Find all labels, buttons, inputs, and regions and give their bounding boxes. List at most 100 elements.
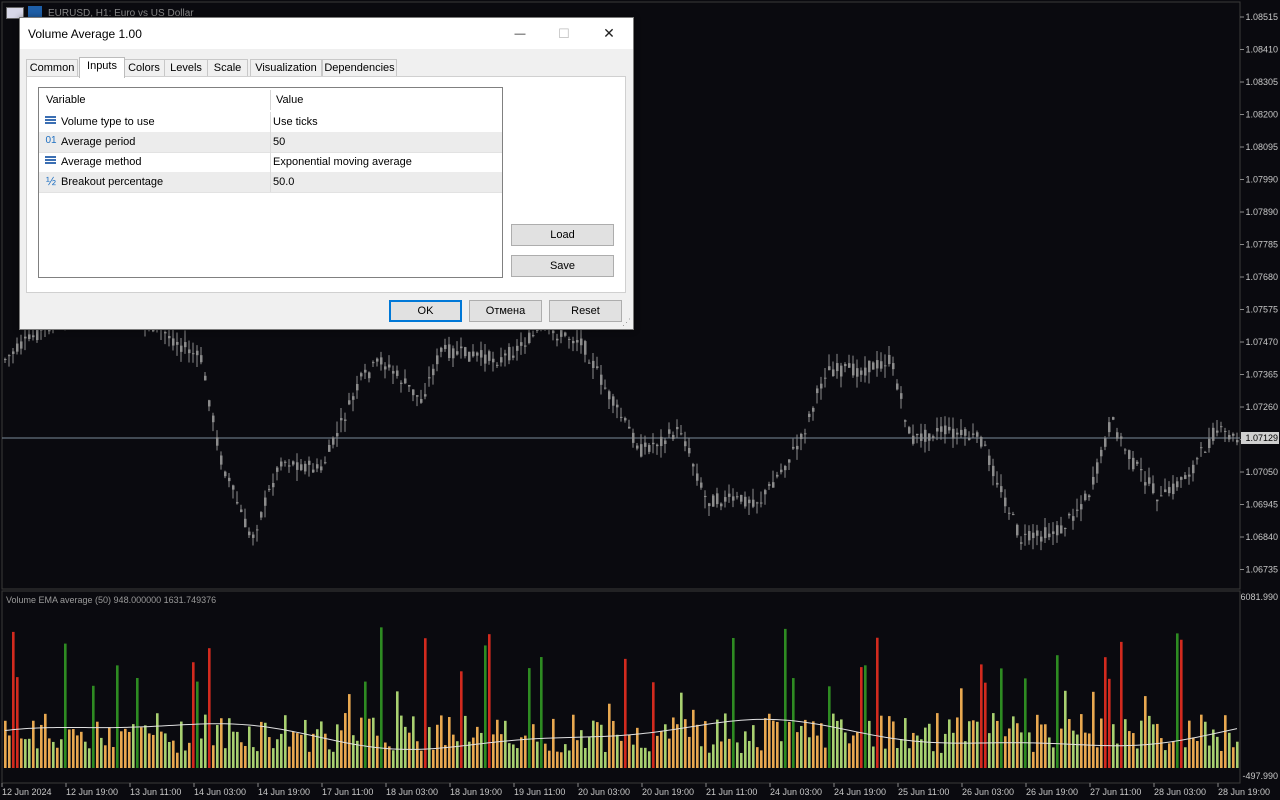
candle-body: [836, 363, 839, 372]
candle-body: [476, 352, 479, 356]
dialog-titlebar[interactable]: Volume Average 1.00 — ☐ ✕: [20, 18, 633, 49]
candle-body: [1084, 493, 1087, 501]
price-axis-label: 1.07680: [1245, 272, 1278, 282]
volume-bar: [792, 678, 795, 768]
volume-bar: [600, 724, 603, 768]
candle-body: [1204, 451, 1207, 453]
volume-bar: [968, 721, 971, 768]
volume-bar: [1136, 748, 1139, 768]
volume-bar: [656, 735, 659, 768]
resize-grip-icon[interactable]: ⋰: [622, 317, 631, 328]
volume-bar: [64, 643, 67, 768]
volume-bar: [320, 721, 323, 768]
candle-body: [1124, 449, 1127, 451]
param-value[interactable]: Exponential moving average: [273, 156, 412, 168]
volume-bar: [688, 736, 691, 768]
volume-bar: [360, 717, 363, 768]
tab-scale[interactable]: Scale: [207, 59, 248, 77]
candle-body: [828, 366, 831, 371]
volume-bar: [8, 735, 11, 768]
candle-body: [632, 432, 635, 443]
candle-body: [332, 437, 335, 445]
volume-bar: [876, 637, 879, 768]
volume-bar: [884, 748, 887, 768]
volume-bar: [788, 721, 791, 768]
candle-body: [532, 335, 535, 337]
param-value[interactable]: 50.0: [273, 176, 294, 188]
candle-body: [1080, 504, 1083, 510]
volume-bar: [764, 718, 767, 768]
volume-bar: [176, 752, 179, 768]
list-icon: [45, 155, 57, 167]
tab-visualization[interactable]: Visualization: [250, 59, 322, 77]
candle-body: [772, 482, 775, 488]
volume-bar: [736, 742, 739, 768]
volume-bar: [976, 721, 979, 768]
candle-body: [1144, 482, 1147, 486]
volume-bar: [620, 740, 623, 768]
volume-bar: [308, 751, 311, 768]
reset-button[interactable]: Reset: [549, 300, 622, 322]
volume-bar: [180, 721, 183, 768]
tab-inputs[interactable]: Inputs: [79, 57, 125, 78]
tab-levels[interactable]: Levels: [164, 59, 208, 77]
volume-bar: [728, 738, 731, 768]
save-button[interactable]: Save: [511, 255, 614, 277]
volume-bar: [1104, 657, 1107, 768]
candle-body: [376, 358, 379, 362]
param-row-breakout-percentage[interactable]: ½ Breakout percentage 50.0: [39, 172, 502, 193]
ok-button[interactable]: OK: [389, 300, 462, 322]
volume-bar: [700, 746, 703, 768]
cancel-button[interactable]: Отмена: [469, 300, 542, 322]
time-axis-label: 27 Jun 11:00: [1090, 787, 1141, 797]
tab-common[interactable]: Common: [26, 59, 78, 77]
volume-bar: [624, 658, 627, 768]
volume-bar: [1000, 668, 1003, 768]
param-value[interactable]: Use ticks: [273, 116, 318, 128]
volume-bar: [604, 751, 607, 768]
volume-bar: [240, 742, 243, 768]
param-value[interactable]: 50: [273, 136, 285, 148]
volume-bar: [628, 734, 631, 768]
candle-body: [312, 469, 315, 473]
column-separator[interactable]: [270, 90, 271, 110]
candle-body: [744, 496, 747, 507]
candle-body: [616, 404, 619, 408]
candle-body: [692, 464, 695, 467]
volume-bar: [1236, 741, 1239, 768]
tab-colors[interactable]: Colors: [123, 59, 165, 77]
volume-bar: [896, 748, 899, 768]
volume-bar: [144, 725, 147, 768]
volume-bar: [408, 732, 411, 768]
minimize-button[interactable]: —: [497, 18, 543, 49]
volume-bar: [852, 735, 855, 768]
value-column-header[interactable]: Value: [276, 94, 303, 106]
candle-body: [672, 434, 675, 440]
candle-body: [1148, 477, 1151, 484]
variable-column-header[interactable]: Variable: [46, 94, 86, 106]
tab-dependencies[interactable]: Dependencies: [322, 59, 397, 77]
candle-body: [972, 433, 975, 435]
candle-body: [816, 388, 819, 394]
candle-body: [268, 488, 271, 490]
param-row-average-period[interactable]: 01 Average period 50: [39, 132, 502, 153]
volume-bar: [784, 628, 787, 768]
volume-bar: [384, 742, 387, 768]
candle-body: [612, 396, 615, 406]
candle-body: [252, 534, 255, 538]
volume-bar: [776, 721, 779, 768]
volume-bar: [352, 735, 355, 768]
time-axis-label: 28 Jun 03:00: [1154, 787, 1206, 797]
candle-body: [956, 432, 959, 435]
volume-bar: [556, 751, 559, 768]
volume-bar: [288, 746, 291, 768]
load-button[interactable]: Load: [511, 224, 614, 246]
volume-bar: [704, 721, 707, 768]
param-row-volume-type[interactable]: Volume type to use Use ticks: [39, 112, 502, 133]
close-button[interactable]: ✕: [586, 18, 632, 49]
volume-bar: [692, 709, 695, 768]
volume-bar: [744, 731, 747, 768]
volume-bar: [1064, 690, 1067, 768]
parameters-grid: Variable Value Volume type to use Use ti…: [38, 87, 503, 278]
param-row-average-method[interactable]: Average method Exponential moving averag…: [39, 152, 502, 173]
